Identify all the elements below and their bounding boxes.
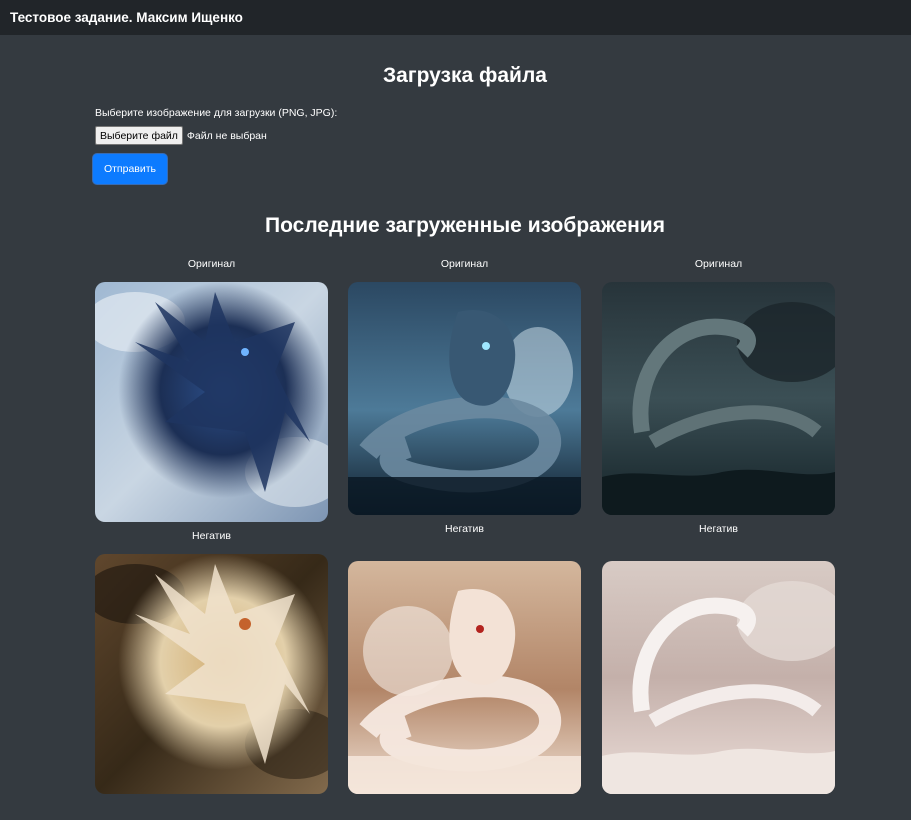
negative-image [348,561,581,794]
original-image [602,282,835,515]
original-label: Оригинал [440,258,489,270]
navbar: Тестовое задание. Максим Ищенко [0,0,911,35]
negative-image [95,554,328,794]
negative-label: Негатив [192,530,231,542]
submit-button[interactable]: Отправить [93,154,167,184]
choose-file-button[interactable]: Выберите файл [95,126,183,145]
upload-title: Загрузка файла [383,64,547,87]
negative-image [602,561,835,794]
recent-images-title: Последние загруженные изображения [265,214,665,237]
original-label: Оригинал [694,258,743,270]
negative-label: Негатив [699,523,738,535]
original-image [348,282,581,515]
file-status: Файл не выбран [186,129,267,142]
negative-label: Негатив [445,523,484,535]
original-image [95,282,328,522]
file-input-label: Выберите изображение для загрузки (PNG, … [95,107,338,119]
original-label: Оригинал [187,258,236,270]
navbar-brand[interactable]: Тестовое задание. Максим Ищенко [10,10,243,25]
file-input[interactable]: Выберите файл Файл не выбран [95,126,267,145]
